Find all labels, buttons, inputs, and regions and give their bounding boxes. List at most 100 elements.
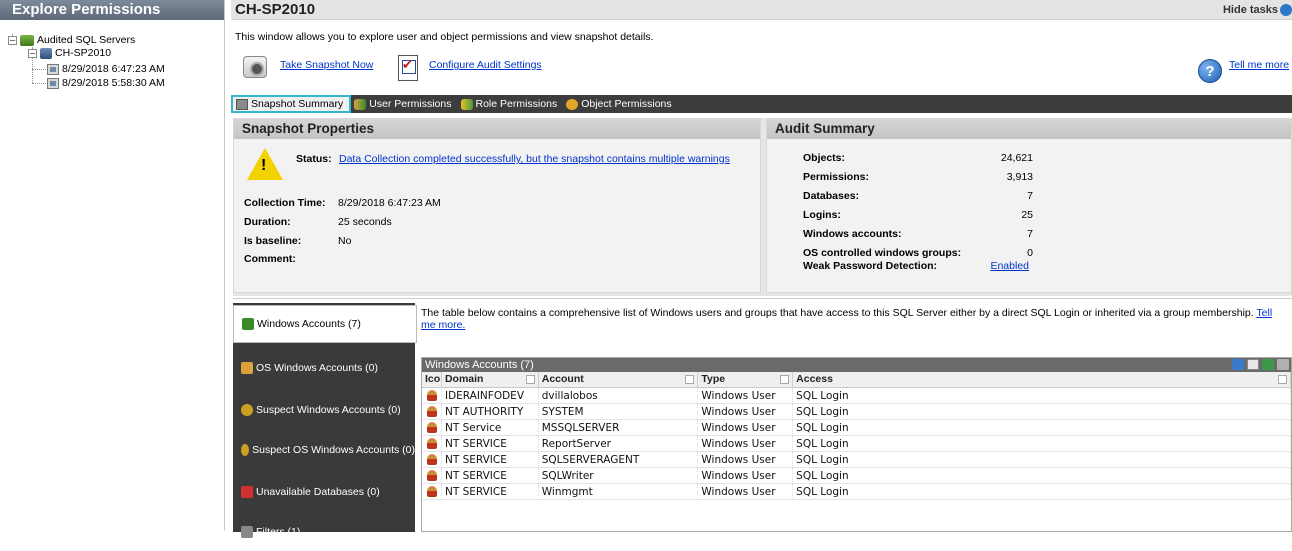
audit-row-label: Logins: xyxy=(803,209,841,221)
user-permissions-icon xyxy=(354,98,367,110)
table-row[interactable]: NT SERVICE SQLSERVERAGENT Windows User SQL … xyxy=(422,452,1292,468)
audit-row-value: 7 xyxy=(1027,190,1033,202)
accounts-section: Windows Accounts (7) OS Windows Accounts … xyxy=(233,298,1292,538)
column-header[interactable]: Type xyxy=(698,372,794,388)
export-icon[interactable] xyxy=(1232,359,1244,370)
weak-password-enabled-link[interactable]: Enabled xyxy=(990,260,1029,272)
grid-toolbar xyxy=(1232,359,1289,370)
nav-label: Suspect Windows Accounts (0) xyxy=(256,404,401,416)
tab-label: Snapshot Summary xyxy=(251,98,344,110)
table-row[interactable]: NT SERVICE SQLWriter Windows User SQL Login xyxy=(422,468,1292,484)
grid-title: Windows Accounts (7) xyxy=(425,359,534,371)
column-header-label: Domain xyxy=(444,373,484,385)
grid-description: The table below contains a comprehensive… xyxy=(421,307,1281,331)
table-cell: Windows User xyxy=(698,468,794,484)
tree-node-snapshot[interactable]: 8/29/2018 5:58:30 AM xyxy=(47,77,165,89)
tree-connector xyxy=(32,83,46,84)
tab-role-permissions[interactable]: Role Permissions xyxy=(458,95,564,113)
table-cell: SQL Login xyxy=(793,484,1292,500)
row-icon-cell xyxy=(422,452,442,468)
table-row[interactable]: IDERAINFODEV dvillalobos Windows User SQL L… xyxy=(422,388,1292,404)
windows-user-icon xyxy=(427,486,437,497)
configure-audit-link[interactable]: Configure Audit Settings xyxy=(429,59,542,71)
status-label: Status: xyxy=(296,153,332,165)
row-icon-cell xyxy=(422,404,442,420)
hide-tasks-button[interactable]: Hide tasks xyxy=(1223,4,1278,16)
help-icon[interactable]: ? xyxy=(1198,59,1222,83)
tree-node-label: 8/29/2018 6:47:23 AM xyxy=(62,63,165,75)
windows-user-icon xyxy=(427,406,437,417)
tab-user-permissions[interactable]: User Permissions xyxy=(351,95,457,113)
grid-title-bar: Windows Accounts (7) xyxy=(422,358,1291,372)
table-cell: SQLSERVERAGENT xyxy=(539,452,699,468)
table-row[interactable]: NT SERVICE Winmgmt Windows User SQL Login xyxy=(422,484,1292,500)
column-filter-icon[interactable] xyxy=(525,375,535,384)
title-bar: CH-SP2010 Hide tasks xyxy=(231,0,1292,20)
tree-node-server[interactable]: − CH-SP2010 xyxy=(28,47,111,59)
grid-body: IDERAINFODEV dvillalobos Windows User SQL L… xyxy=(422,388,1292,500)
print-icon[interactable] xyxy=(1277,359,1289,370)
column-filter-icon[interactable] xyxy=(685,375,695,384)
table-row[interactable]: NT SERVICE ReportServer Windows User SQL Lo… xyxy=(422,436,1292,452)
tell-me-more-link[interactable]: Tell me more xyxy=(1229,59,1289,71)
windows-accounts-grid: Windows Accounts (7) Ico Domain Account Typ… xyxy=(421,357,1292,532)
filter-icon xyxy=(241,526,253,538)
audit-row-label: Databases: xyxy=(803,190,860,202)
nav-label: Unavailable Databases (0) xyxy=(256,486,380,498)
table-row[interactable]: NT Service MSSQLSERVER Windows User SQL Log… xyxy=(422,420,1292,436)
take-snapshot-task[interactable] xyxy=(243,56,267,78)
tree-connector xyxy=(32,69,46,70)
camera-icon[interactable] xyxy=(243,56,267,78)
row-icon-cell xyxy=(422,484,442,500)
collapse-icon[interactable]: − xyxy=(28,48,37,58)
audit-checklist-icon[interactable] xyxy=(398,55,418,81)
page-description: This window allows you to explore user a… xyxy=(235,31,654,43)
baseline-value: No xyxy=(338,235,352,247)
table-cell: ReportServer xyxy=(539,436,699,452)
column-header[interactable]: Domain xyxy=(442,372,539,388)
column-filter-icon[interactable] xyxy=(780,375,790,384)
tree-node-snapshot[interactable]: 8/29/2018 6:47:23 AM xyxy=(47,63,165,75)
tab-snapshot-summary[interactable]: Snapshot Summary xyxy=(231,95,352,113)
tree-node-audited-servers[interactable]: − Audited SQL Servers xyxy=(8,34,135,46)
column-header[interactable]: Access xyxy=(793,372,1292,388)
windows-user-icon xyxy=(427,438,437,449)
duration-value: 25 seconds xyxy=(338,216,392,228)
nav-windows-accounts[interactable]: Windows Accounts (7) xyxy=(233,305,417,343)
account-category-nav: Windows Accounts (7) OS Windows Accounts … xyxy=(233,303,417,538)
nav-suspect-windows-accounts[interactable]: Suspect Windows Accounts (0) xyxy=(233,391,415,429)
audit-row-label: Weak Password Detection: xyxy=(803,260,938,272)
row-icon-cell xyxy=(422,468,442,484)
snapshot-properties-heading: Snapshot Properties xyxy=(234,119,760,139)
status-link[interactable]: Data Collection completed successfully, … xyxy=(339,153,730,165)
columns-icon[interactable] xyxy=(1247,359,1259,370)
help-task[interactable]: ? xyxy=(1198,59,1222,83)
snapshot-icon xyxy=(47,77,59,89)
nav-os-windows-accounts[interactable]: OS Windows Accounts (0) xyxy=(233,349,415,387)
column-filter-icon[interactable] xyxy=(1278,375,1288,384)
nav-unavailable-databases[interactable]: Unavailable Databases (0) xyxy=(233,473,415,511)
tab-label: Role Permissions xyxy=(475,98,558,110)
excel-icon[interactable] xyxy=(1262,359,1274,370)
table-cell: NT AUTHORITY xyxy=(442,404,539,420)
explore-permissions-title: Explore Permissions xyxy=(0,0,224,20)
configure-audit-task[interactable] xyxy=(398,55,418,81)
grid-header: Ico Domain Account Type Access xyxy=(422,372,1292,388)
table-cell: SYSTEM xyxy=(539,404,699,420)
column-header[interactable]: Ico xyxy=(422,372,442,388)
explore-permissions-pane: Explore Permissions − Audited SQL Server… xyxy=(0,0,225,531)
column-header-label: Type xyxy=(701,373,726,385)
collapse-arrow-icon[interactable] xyxy=(1280,4,1292,16)
row-icon-cell xyxy=(422,388,442,404)
nav-filters[interactable]: Filters (1) xyxy=(233,513,415,551)
table-cell: dvillalobos xyxy=(539,388,699,404)
table-cell: SQL Login xyxy=(793,388,1292,404)
take-snapshot-link[interactable]: Take Snapshot Now xyxy=(280,59,373,71)
database-error-icon xyxy=(241,486,253,498)
table-row[interactable]: NT AUTHORITY SYSTEM Windows User SQL Login xyxy=(422,404,1292,420)
collapse-icon[interactable]: − xyxy=(8,35,17,45)
nav-suspect-os-windows-accounts[interactable]: Suspect OS Windows Accounts (0) xyxy=(233,431,415,469)
role-permissions-icon xyxy=(460,98,473,110)
tab-object-permissions[interactable]: Object Permissions xyxy=(563,95,677,113)
column-header[interactable]: Account xyxy=(539,372,699,388)
